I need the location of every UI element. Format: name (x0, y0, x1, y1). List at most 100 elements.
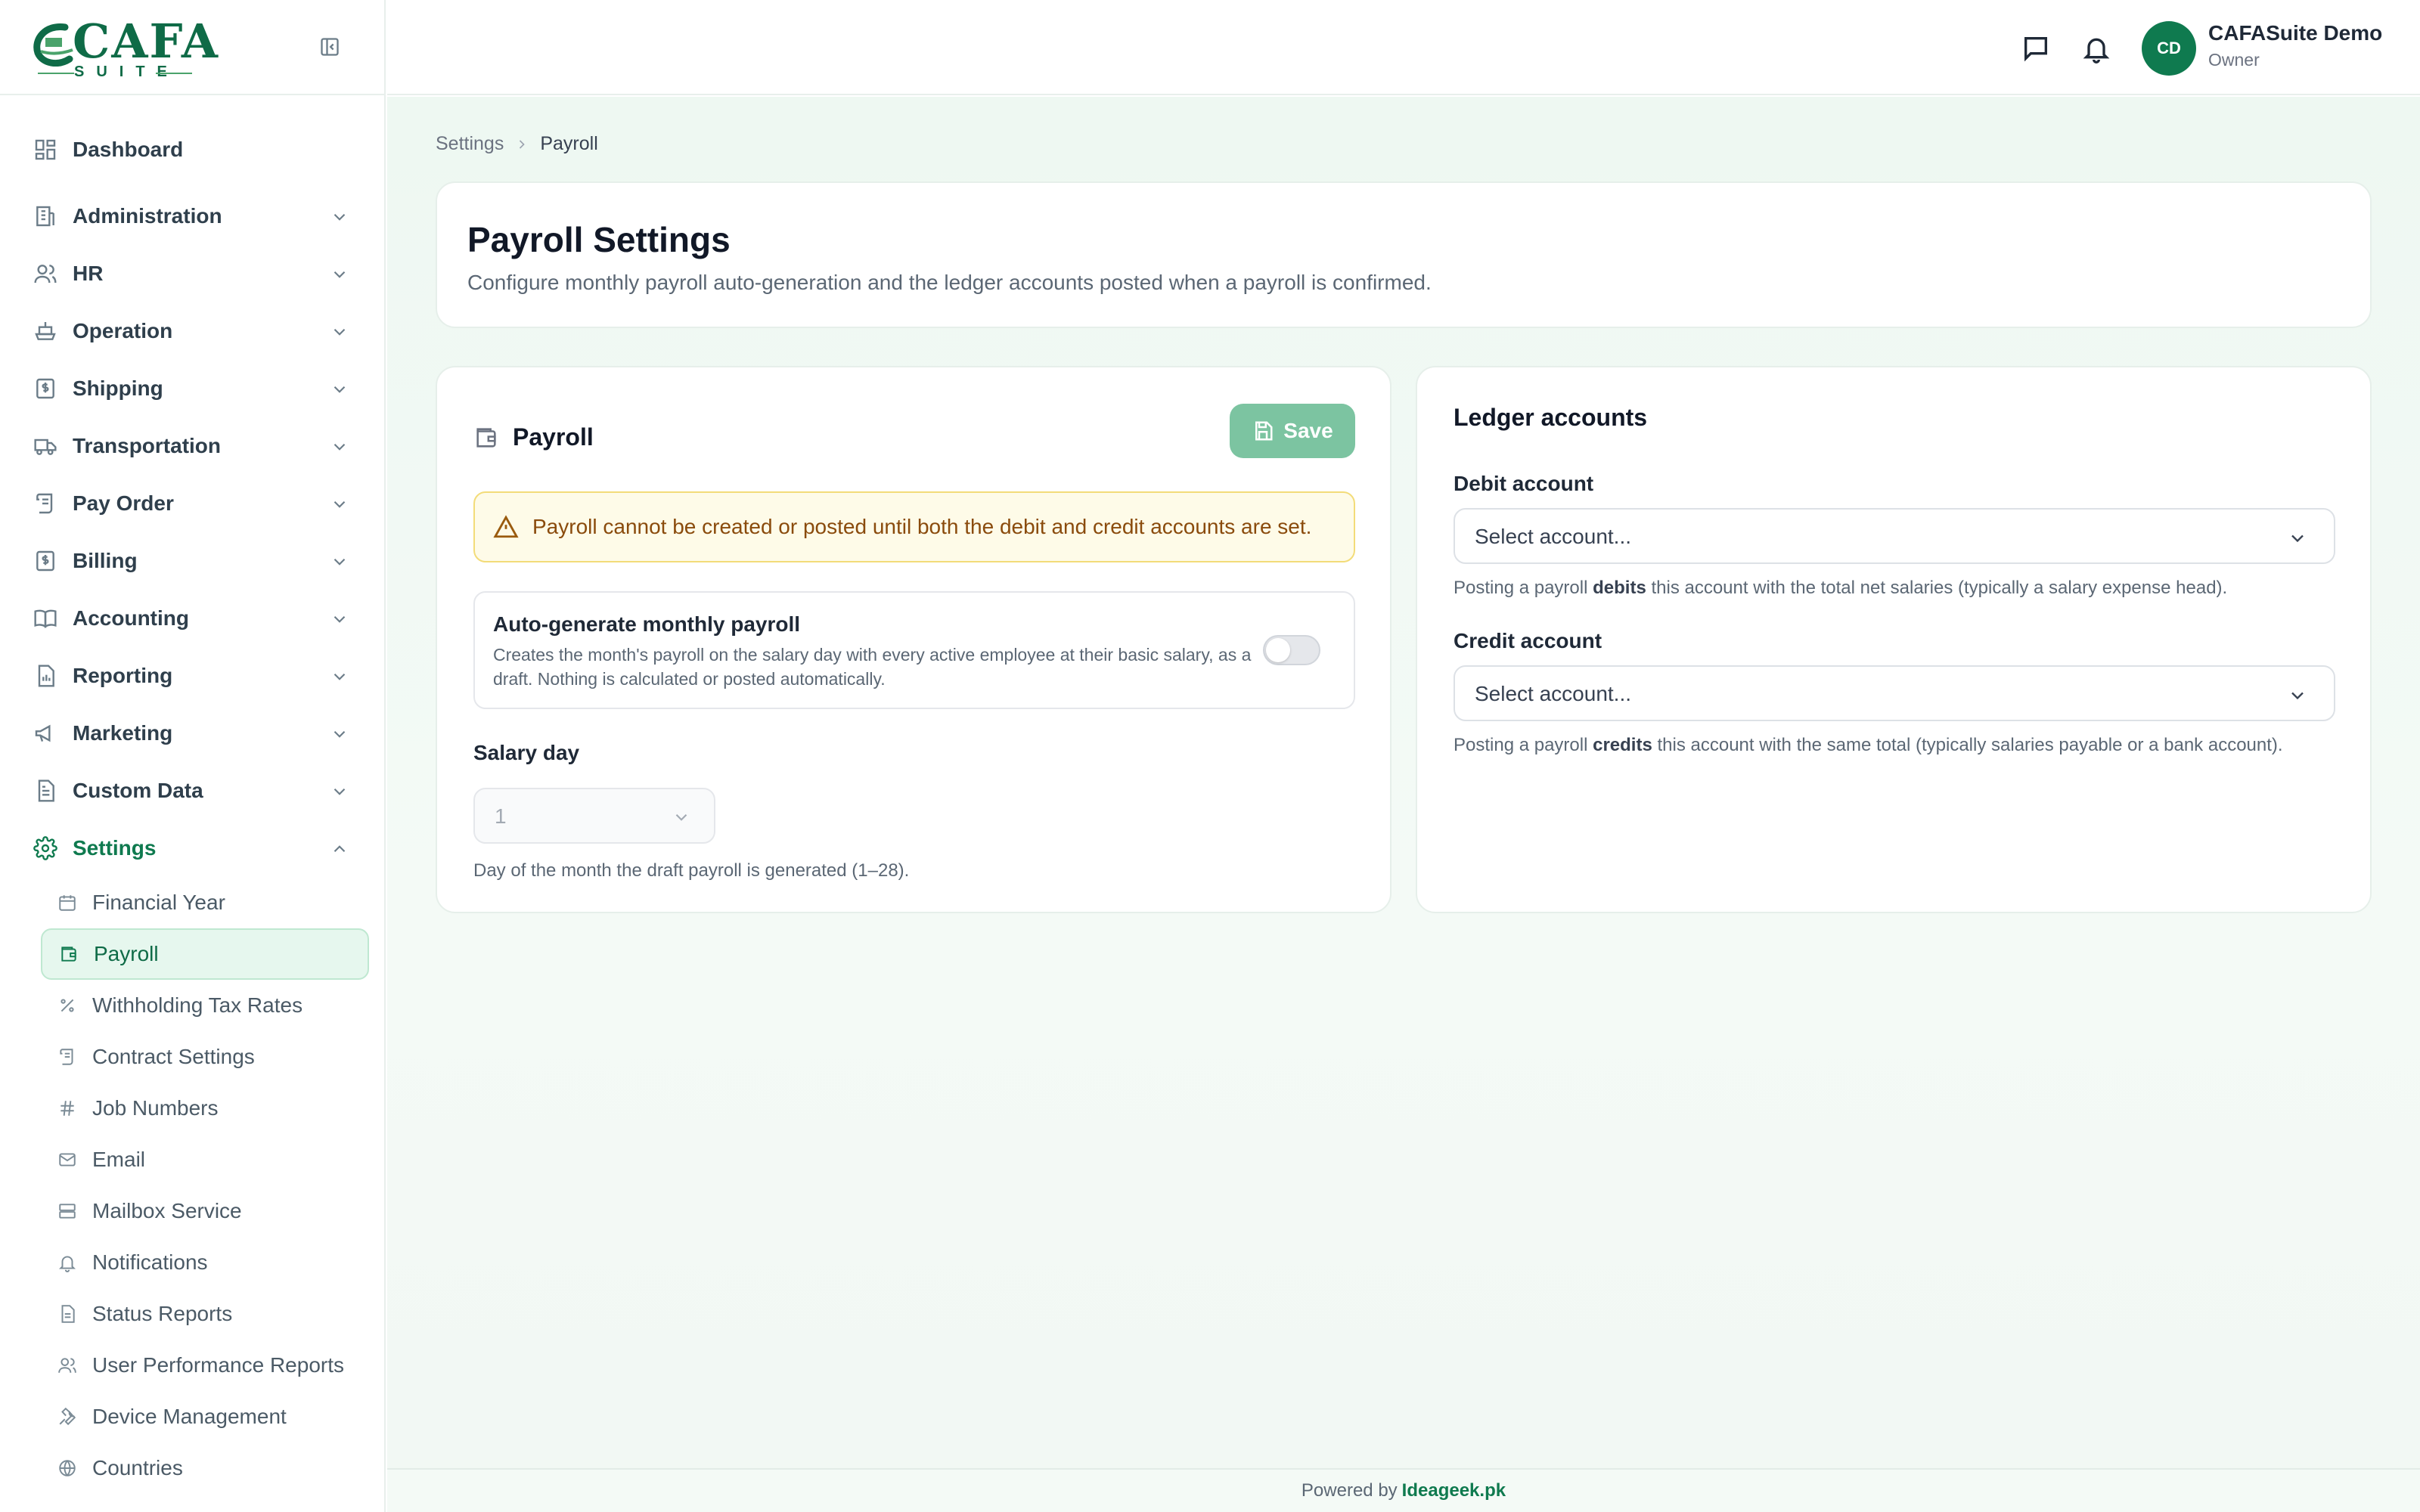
sidebar-item-marketing[interactable]: Marketing (0, 705, 386, 762)
globe-icon (59, 1460, 76, 1476)
sidebar-subitem-job-numbers[interactable]: Job Numbers (0, 1083, 386, 1134)
sidebar-item-shipping[interactable]: Shipping (0, 360, 386, 417)
chevron-down-icon (334, 271, 346, 278)
auto-generate-setting: Auto-generate monthly payroll Creates th… (473, 591, 1355, 709)
hint-text: this account with the total net salaries… (1646, 578, 2228, 598)
page-title: Payroll Settings (467, 220, 731, 259)
sidebar-subitem-contract-settings[interactable]: Contract Settings (0, 1031, 386, 1083)
salary-day-label: Salary day (473, 741, 580, 764)
credit-account-select[interactable]: Select account... (1454, 665, 2335, 721)
sidebar-item-reporting[interactable]: Reporting (0, 647, 386, 705)
sidebar-item-label: Marketing (73, 721, 173, 745)
sidebar-subitem-financial-year[interactable]: Financial Year (0, 877, 386, 928)
sidebar-item-hr[interactable]: HR (0, 245, 386, 302)
main-content: Settings Payroll Payroll Settings Config… (387, 97, 2420, 1468)
bell-icon (58, 1256, 76, 1272)
billing-icon (36, 550, 54, 572)
footer: Powered by Ideageek.pk (387, 1468, 2420, 1512)
sidebar-item-pay-order[interactable]: Pay Order (0, 475, 386, 532)
sidebar-item-settings[interactable]: Settings (0, 820, 386, 877)
hash-icon (60, 1101, 74, 1116)
footer-prefix: Powered by (1301, 1480, 1398, 1501)
sidebar-collapse-button[interactable] (318, 35, 342, 59)
users-icon (58, 1358, 76, 1373)
debit-account-select[interactable]: Select account... (1454, 508, 2335, 564)
sidebar-item-label: Settings (73, 836, 157, 860)
sidebar-subitem-email[interactable]: Email (0, 1134, 386, 1185)
chevron-up-icon (334, 845, 346, 853)
credit-account-placeholder: Select account... (1475, 682, 1632, 705)
panel-collapse-icon (321, 38, 339, 56)
chevron-down-icon (334, 615, 346, 623)
sidebar-subitem-user-performance-reports[interactable]: User Performance Reports (0, 1340, 386, 1391)
auto-generate-toggle[interactable] (1263, 635, 1320, 665)
sidebar-subitem-countries[interactable]: Countries (0, 1442, 386, 1494)
scroll-icon (36, 493, 53, 514)
logo-divider (38, 73, 74, 74)
app-logo[interactable]: CAFA SUITE (30, 18, 218, 80)
ledger-accounts-card: Ledger accounts Debit account Select acc… (1416, 366, 2372, 913)
percent-icon (60, 999, 74, 1012)
chevron-right-icon (520, 139, 526, 149)
sidebar-subitem-withholding-tax-rates[interactable]: Withholding Tax Rates (0, 980, 386, 1031)
sidebar-item-dashboard[interactable]: Dashboard (0, 121, 386, 178)
chevron-down-icon (334, 443, 346, 451)
warning-alert: Payroll cannot be created or posted unti… (473, 491, 1355, 562)
avatar[interactable]: CD (2142, 21, 2196, 76)
sidebar-subitem-label: Countries (92, 1456, 183, 1479)
sidebar-item-label: Administration (73, 204, 222, 228)
sidebar-item-label: Billing (73, 549, 138, 572)
sidebar-item-accounting[interactable]: Accounting (0, 590, 386, 647)
server-icon (59, 1204, 76, 1219)
debit-account-hint: Posting a payroll debits this account wi… (1454, 578, 2227, 599)
wallet-icon (476, 428, 496, 448)
sidebar-item-label: Shipping (73, 376, 163, 400)
sidebar-item-administration[interactable]: Administration (0, 187, 386, 245)
salary-day-select[interactable]: 1 (473, 788, 715, 844)
sidebar-item-billing[interactable]: Billing (0, 532, 386, 590)
sidebar-item-label: Pay Order (73, 491, 174, 515)
file-icon (61, 1305, 75, 1323)
chevron-down-icon (334, 788, 346, 795)
footer-brand-link[interactable]: Ideageek.pk (1402, 1480, 1506, 1501)
truck-icon (34, 438, 57, 455)
sidebar-subitem-label: User Performance Reports (92, 1353, 345, 1377)
sidebar-subitem-notifications[interactable]: Notifications (0, 1237, 386, 1288)
building-icon (36, 206, 54, 227)
messages-button[interactable] (2021, 33, 2051, 64)
chevron-down-icon (2291, 692, 2304, 700)
hint-emphasis: credits (1593, 735, 1652, 755)
ledger-card-title: Ledger accounts (1454, 404, 1648, 431)
sidebar-subitem-status-reports[interactable]: Status Reports (0, 1288, 386, 1340)
settings-submenu: Financial Year Payroll Withholding Tax R… (0, 877, 386, 1494)
megaphone-icon (35, 724, 51, 742)
sidebar-item-label: Dashboard (73, 138, 184, 161)
sidebar-item-transportation[interactable]: Transportation (0, 417, 386, 475)
sidebar-item-label: Transportation (73, 434, 222, 457)
page-header-card: Payroll Settings Configure monthly payro… (436, 181, 2372, 328)
user-name[interactable]: CAFASuite Demo (2208, 21, 2382, 45)
sidebar-item-label: HR (73, 262, 104, 285)
sidebar-subitem-payroll[interactable]: Payroll (41, 928, 369, 980)
chevron-down-icon (675, 813, 687, 821)
sidebar-subitem-mailbox-service[interactable]: Mailbox Service (0, 1185, 386, 1237)
ship-icon (35, 322, 56, 340)
chevron-down-icon (334, 328, 346, 336)
payroll-card-title: Payroll (513, 423, 594, 451)
breadcrumb-settings-link[interactable]: Settings (436, 133, 504, 155)
save-button[interactable]: Save (1230, 404, 1355, 458)
sidebar-subitem-device-management[interactable]: Device Management (0, 1391, 386, 1442)
dollar-doc-icon (36, 378, 54, 399)
bell-icon (2083, 38, 2110, 64)
sidebar-item-operation[interactable]: Operation (0, 302, 386, 360)
auto-generate-title: Auto-generate monthly payroll (493, 612, 801, 636)
debit-account-label: Debit account (1454, 472, 1594, 495)
sidebar-item-custom-data[interactable]: Custom Data (0, 762, 386, 820)
sidebar-item-label: Custom Data (73, 779, 203, 802)
hint-text: Posting a payroll (1454, 735, 1593, 755)
salary-day-hint: Day of the month the draft payroll is ge… (473, 860, 910, 881)
notifications-button[interactable] (2081, 33, 2111, 64)
user-role: Owner (2208, 50, 2260, 70)
sidebar-item-label: Operation (73, 319, 173, 342)
file-data-icon (38, 779, 54, 802)
